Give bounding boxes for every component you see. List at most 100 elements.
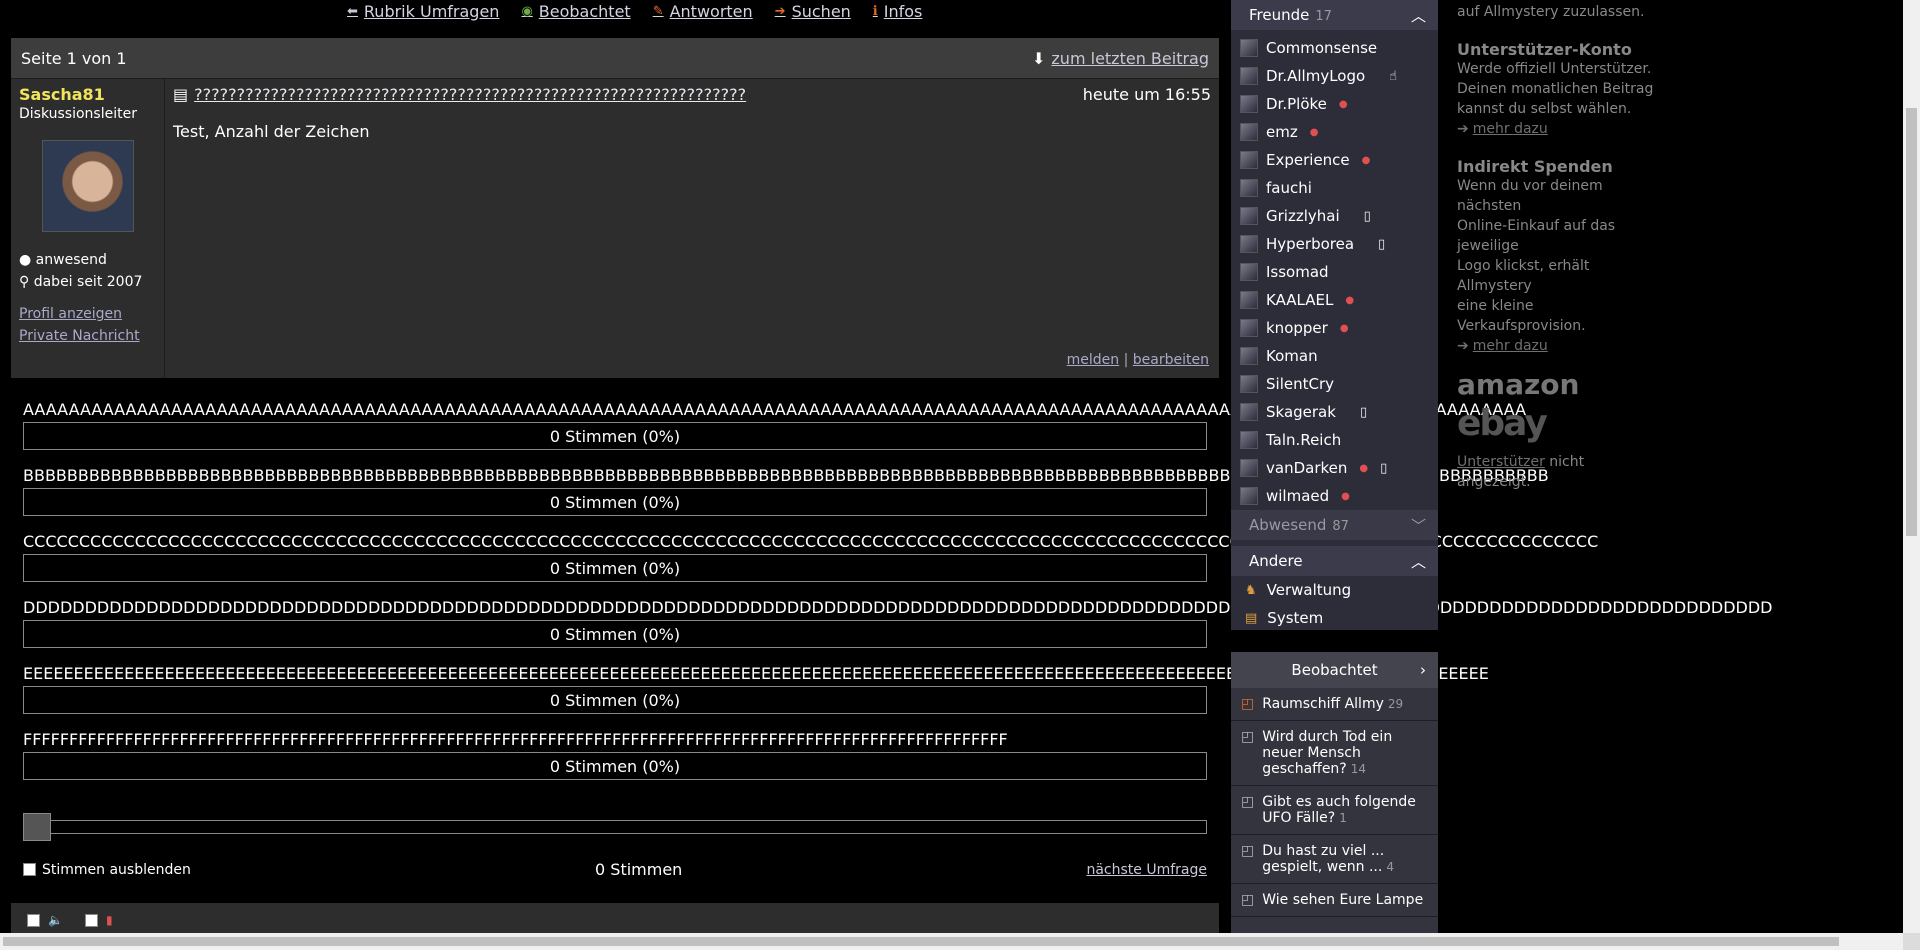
speaker-icon: 🔈 xyxy=(48,913,63,927)
online-dot-icon: ● xyxy=(1339,322,1349,334)
watch-item-title: Du hast zu viel ... gespielt, wenn ... xyxy=(1262,843,1385,875)
watch-item[interactable]: ◰ Wie sehen Eure Lampe xyxy=(1231,884,1438,917)
report-link[interactable]: melden xyxy=(1067,352,1120,368)
absent-count: 87 xyxy=(1332,519,1349,534)
notify-checkbox[interactable] xyxy=(84,913,98,927)
nav-rubrik-umfragen[interactable]: ⬅ Rubrik Umfragen xyxy=(347,0,499,22)
poll-option[interactable]: FFFFFFFFFFFFFFFFFFFFFFFFFFFFFFFFFFFFFFFF… xyxy=(23,730,1920,780)
thread-icon: ◰ xyxy=(1241,892,1255,908)
poll-option[interactable]: CCCCCCCCCCCCCCCCCCCCCCCCCCCCCCCCCCCCCCCC… xyxy=(23,532,1920,582)
friend-item[interactable]: Dr.Plöke ● xyxy=(1231,90,1438,118)
poll-option[interactable]: EEEEEEEEEEEEEEEEEEEEEEEEEEEEEEEEEEEEEEEE… xyxy=(23,664,1920,714)
watch-item[interactable]: ◰ Gibt es auch folgende UFO Fälle? 1 xyxy=(1231,786,1438,835)
sound-checkbox[interactable] xyxy=(27,913,40,927)
watch-item-count: 29 xyxy=(1387,697,1404,711)
watch-item[interactable]: ◰ Raumschiff Allmy 29 xyxy=(1231,688,1438,721)
next-poll-link[interactable]: nächste Umfrage xyxy=(1086,862,1207,878)
poll-option-bar: 0 Stimmen (0%) xyxy=(23,554,1207,582)
watch-item-text: Gibt es auch folgende UFO Fälle? 1 xyxy=(1262,794,1430,826)
thread-container: Seite 1 von 1 ⬇ zum letzten Beitrag Sasc… xyxy=(11,38,1219,378)
absent-header[interactable]: Abwesend 87 ﹀ xyxy=(1231,510,1438,540)
more-link-wrap: ➔ mehr dazu xyxy=(1457,336,1657,356)
other-item-system[interactable]: ▤ System xyxy=(1231,604,1438,632)
other-header[interactable]: Andere ︿ xyxy=(1231,546,1438,576)
friend-name: Experience xyxy=(1266,151,1350,169)
hide-votes-label: Stimmen ausblenden xyxy=(42,861,191,878)
other-item-verwaltung[interactable]: ♞ Verwaltung xyxy=(1231,576,1438,604)
friend-item[interactable]: knopper ● xyxy=(1231,314,1438,342)
member-icon: ⚲ xyxy=(19,274,34,290)
friend-item[interactable]: Taln.Reich xyxy=(1231,426,1438,454)
watch-header[interactable]: Beobachtet › xyxy=(1231,652,1438,688)
hide-votes-toggle[interactable]: Stimmen ausblenden xyxy=(23,862,191,878)
supporter-line: Werde offiziell Unterstützer. xyxy=(1457,61,1652,77)
poll-option-label: DDDDDDDDDDDDDDDDDDDDDDDDDDDDDDDDDDDDDDDD… xyxy=(23,598,1773,617)
friend-item[interactable]: wilmaed ● xyxy=(1231,482,1438,510)
nav-infos[interactable]: ℹ Infos xyxy=(873,0,923,22)
indirect-line: Online-Einkauf auf das jeweilige xyxy=(1457,218,1616,254)
poll-option-bar: 0 Stimmen (0%) xyxy=(23,752,1207,780)
thread-icon: ◰ xyxy=(1241,696,1255,712)
watch-item[interactable]: ◰ Wird durch Tod ein neuer Mensch geschaf… xyxy=(1231,721,1438,786)
profile-link[interactable]: Profil anzeigen xyxy=(19,306,156,322)
friend-item[interactable]: Skagerak ▯ xyxy=(1231,398,1438,426)
friend-avatar xyxy=(1240,67,1258,85)
slider-thumb[interactable] xyxy=(23,813,51,841)
friend-avatar xyxy=(1240,207,1258,225)
friend-item[interactable]: fauchi xyxy=(1231,174,1438,202)
ebay-logo[interactable]: ebay xyxy=(1457,403,1657,444)
supporter-link[interactable]: Unterstützer xyxy=(1457,454,1545,470)
friend-item[interactable]: Dr.AllmyLogo ☝ xyxy=(1231,62,1438,90)
friend-item[interactable]: Koman xyxy=(1231,342,1438,370)
watch-item-count: 14 xyxy=(1350,762,1367,776)
notify-icon: ▮ xyxy=(105,913,113,927)
other-item-label: System xyxy=(1267,609,1324,627)
avatar[interactable] xyxy=(41,140,134,232)
poll-slider[interactable] xyxy=(23,813,1207,841)
friend-item[interactable]: KAALAEL ● xyxy=(1231,286,1438,314)
scroll-thumb[interactable] xyxy=(3,937,1839,946)
friend-name: SilentCry xyxy=(1266,375,1334,393)
hide-votes-checkbox[interactable] xyxy=(23,863,36,876)
friend-item[interactable]: Hyperborea ▯ xyxy=(1231,230,1438,258)
friend-item[interactable]: Experience ● xyxy=(1231,146,1438,174)
author-name[interactable]: Sascha81 xyxy=(19,85,156,104)
friends-header[interactable]: Freunde 17 ︿ xyxy=(1231,0,1438,30)
horizontal-scrollbar[interactable] xyxy=(0,933,1903,950)
mobile-icon: ▯ xyxy=(1378,236,1386,252)
more-link[interactable]: mehr dazu xyxy=(1473,119,1548,139)
nav-antworten[interactable]: ✎ Antworten xyxy=(653,0,753,22)
nav-suchen[interactable]: ➔ Suchen xyxy=(775,0,851,22)
nav-label: Rubrik Umfragen xyxy=(363,1,500,21)
friend-item[interactable]: SilentCry xyxy=(1231,370,1438,398)
last-post-link[interactable]: zum letzten Beitrag xyxy=(1051,49,1209,68)
edit-link[interactable]: bearbeiten xyxy=(1133,352,1209,368)
separator: | xyxy=(1123,352,1129,368)
watch-item[interactable]: ◰ Du hast zu viel ... gespielt, wenn ... 4 xyxy=(1231,835,1438,884)
friend-item[interactable]: Commonsense xyxy=(1231,34,1438,62)
private-message-link[interactable]: Private Nachricht xyxy=(19,328,156,344)
poll-option-bar: 0 Stimmen (0%) xyxy=(23,422,1207,450)
friend-item[interactable]: emz ● xyxy=(1231,118,1438,146)
friend-item[interactable]: Issomad xyxy=(1231,258,1438,286)
friend-avatar xyxy=(1240,123,1258,141)
vertical-scrollbar[interactable] xyxy=(1903,0,1920,933)
friend-item[interactable]: vanDarken ● ▯ xyxy=(1231,454,1438,482)
indirect-line: Logo klickst, erhält Allmystery xyxy=(1457,258,1590,294)
amazon-logo[interactable]: amazon xyxy=(1457,368,1657,401)
post-title-link[interactable]: ????????????????????????????????????????… xyxy=(194,85,746,104)
poll-option-label: CCCCCCCCCCCCCCCCCCCCCCCCCCCCCCCCCCCCCCCC… xyxy=(23,532,1599,551)
arrow-right-icon: ➔ xyxy=(1457,121,1469,137)
scroll-thumb[interactable] xyxy=(1906,108,1917,536)
nav-label: Beobachtet xyxy=(538,1,631,21)
more-link[interactable]: mehr dazu xyxy=(1473,336,1548,356)
nav-beobachtet[interactable]: ◉ Beobachtet xyxy=(521,0,630,22)
friend-item[interactable]: Grizzlyhai ▯ xyxy=(1231,202,1438,230)
poll-footer: Stimmen ausblenden 0 Stimmen nächste Umf… xyxy=(23,860,1207,879)
right-sidebar: auf Allmystery zuzulassen. Unterstützer-… xyxy=(1457,0,1657,492)
watch-item-title: Wie sehen Eure Lampe xyxy=(1262,892,1424,908)
online-dot-icon: ● xyxy=(1341,490,1350,502)
poll-option[interactable]: DDDDDDDDDDDDDDDDDDDDDDDDDDDDDDDDDDDDDDDD… xyxy=(23,598,1920,648)
online-dot-icon: ● xyxy=(1345,294,1355,306)
mobile-icon: ▯ xyxy=(1359,404,1368,420)
